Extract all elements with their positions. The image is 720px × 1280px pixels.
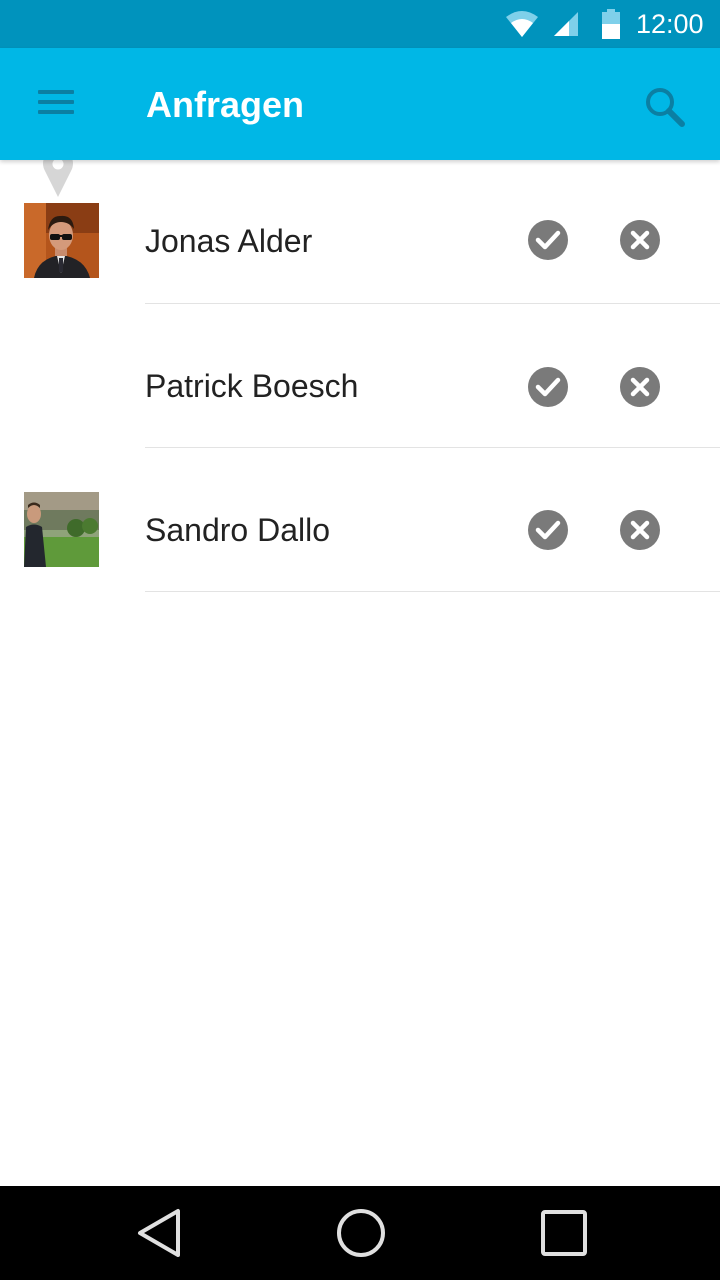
navigation-bar — [0, 1186, 720, 1280]
cell-signal-icon — [554, 12, 578, 36]
search-icon — [646, 88, 685, 127]
home-button[interactable] — [331, 1203, 391, 1263]
menu-icon — [38, 90, 74, 94]
requester-name: Patrick Boesch — [145, 368, 359, 404]
status-time: 12:00 — [636, 9, 704, 39]
accept-button[interactable] — [526, 218, 570, 262]
recents-button[interactable] — [534, 1203, 594, 1263]
list-item[interactable]: Jonas Alder — [0, 160, 720, 304]
battery-icon — [602, 9, 620, 39]
requester-name: Jonas Alder — [145, 223, 313, 259]
status-bar: 12:00 — [0, 0, 720, 48]
requester-name: Sandro Dallo — [145, 512, 330, 548]
recents-icon — [541, 1210, 587, 1256]
back-button[interactable] — [130, 1203, 190, 1263]
decline-button[interactable] — [618, 365, 662, 409]
accept-button[interactable] — [526, 365, 570, 409]
avatar-photo — [24, 203, 99, 278]
search-button[interactable] — [636, 80, 692, 136]
check-circle-icon — [528, 510, 568, 550]
request-list: Jonas Alder Patrick Boesch Sandro Dallo — [0, 148, 720, 592]
cancel-circle-icon — [620, 510, 660, 550]
check-circle-icon — [528, 367, 568, 407]
avatar — [24, 203, 99, 278]
wifi-icon — [506, 11, 538, 37]
cancel-circle-icon — [620, 220, 660, 260]
avatar — [24, 492, 99, 567]
decline-button[interactable] — [618, 218, 662, 262]
check-circle-icon — [528, 220, 568, 260]
list-item[interactable]: Patrick Boesch — [0, 148, 720, 448]
cancel-circle-icon — [620, 367, 660, 407]
menu-icon-line — [38, 110, 74, 114]
menu-button[interactable] — [24, 76, 88, 132]
avatar-photo — [24, 492, 99, 567]
decline-button[interactable] — [618, 508, 662, 552]
back-icon — [138, 1209, 180, 1257]
menu-icon-line — [38, 100, 74, 104]
accept-button[interactable] — [526, 508, 570, 552]
home-icon — [337, 1209, 385, 1257]
divider — [145, 591, 720, 592]
app-bar: Anfragen — [0, 48, 720, 160]
list-item[interactable]: Sandro Dallo — [0, 448, 720, 592]
page-title: Anfragen — [146, 84, 305, 125]
